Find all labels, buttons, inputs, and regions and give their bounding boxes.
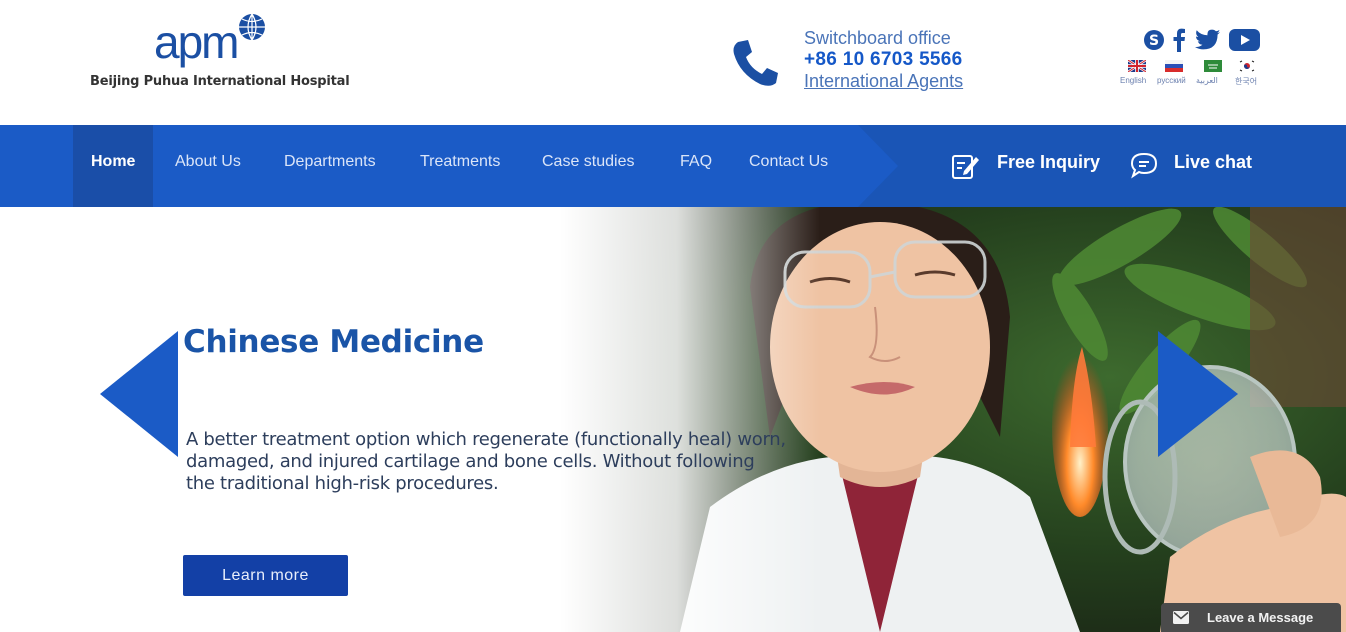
korea-flag-icon[interactable] bbox=[1238, 60, 1256, 72]
nav-item-contact-us[interactable]: Contact Us bbox=[749, 125, 828, 207]
saudi-flag-icon[interactable] bbox=[1204, 60, 1222, 72]
language-label-russian[interactable]: русский bbox=[1157, 76, 1186, 85]
main-nav: Home About Us Departments Treatments Cas… bbox=[0, 125, 1346, 207]
svg-text:apm: apm bbox=[154, 16, 237, 68]
nav-item-case-studies[interactable]: Case studies bbox=[542, 125, 635, 207]
leave-message-widget[interactable]: Leave a Message bbox=[1161, 603, 1341, 632]
nav-item-treatments[interactable]: Treatments bbox=[420, 125, 500, 207]
language-label-arabic[interactable]: العربية bbox=[1196, 76, 1218, 85]
hero-photo-fade bbox=[560, 207, 820, 632]
svg-text:S: S bbox=[1149, 33, 1159, 49]
international-agents-link[interactable]: International Agents bbox=[804, 71, 963, 92]
nav-item-about-us[interactable]: About Us bbox=[175, 125, 241, 207]
facebook-icon[interactable] bbox=[1172, 28, 1186, 52]
nav-item-home[interactable]: Home bbox=[73, 125, 154, 207]
nav-item-departments[interactable]: Departments bbox=[284, 125, 376, 207]
youtube-icon[interactable] bbox=[1229, 28, 1260, 52]
language-label-english[interactable]: English bbox=[1120, 76, 1146, 85]
hero-title: Chinese Medicine bbox=[183, 324, 484, 360]
switchboard-phone: +86 10 6703 5566 bbox=[804, 49, 963, 70]
hero-description: A better treatment option which regenera… bbox=[186, 429, 786, 494]
slider-prev-arrow-icon[interactable] bbox=[100, 331, 178, 457]
phone-icon bbox=[733, 40, 778, 86]
nav-item-faq[interactable]: FAQ bbox=[680, 125, 712, 207]
logo-subtitle: Beijing Puhua International Hospital bbox=[90, 74, 350, 89]
apm-logo-icon: apm bbox=[154, 13, 265, 68]
free-inquiry-link[interactable]: Free Inquiry bbox=[997, 152, 1100, 173]
site-header: apm Beijing Puhua International Hospital… bbox=[0, 0, 1346, 125]
slider-next-arrow-icon[interactable] bbox=[1158, 331, 1238, 457]
inquiry-form-icon[interactable] bbox=[950, 151, 980, 181]
language-selector: English русский العربية 한국어 bbox=[1120, 58, 1265, 92]
switchboard-title: Switchboard office bbox=[804, 28, 951, 48]
live-chat-link[interactable]: Live chat bbox=[1174, 152, 1252, 173]
nav-divider-arrow bbox=[855, 125, 898, 207]
learn-more-button[interactable]: Learn more bbox=[183, 555, 348, 596]
russia-flag-icon[interactable] bbox=[1165, 60, 1183, 72]
uk-flag-icon[interactable] bbox=[1128, 60, 1146, 72]
nav-cta-area bbox=[858, 125, 1346, 207]
site-logo[interactable]: apm Beijing Puhua International Hospital bbox=[90, 12, 350, 92]
twitter-icon[interactable] bbox=[1195, 28, 1221, 52]
envelope-icon bbox=[1173, 611, 1189, 624]
skype-icon[interactable]: S bbox=[1143, 28, 1165, 52]
hero-slider: Chinese Medicine A better treatment opti… bbox=[0, 207, 1346, 632]
language-label-korean[interactable]: 한국어 bbox=[1235, 76, 1257, 87]
leave-message-label: Leave a Message bbox=[1207, 610, 1314, 625]
chat-bubble-icon[interactable] bbox=[1130, 151, 1158, 179]
